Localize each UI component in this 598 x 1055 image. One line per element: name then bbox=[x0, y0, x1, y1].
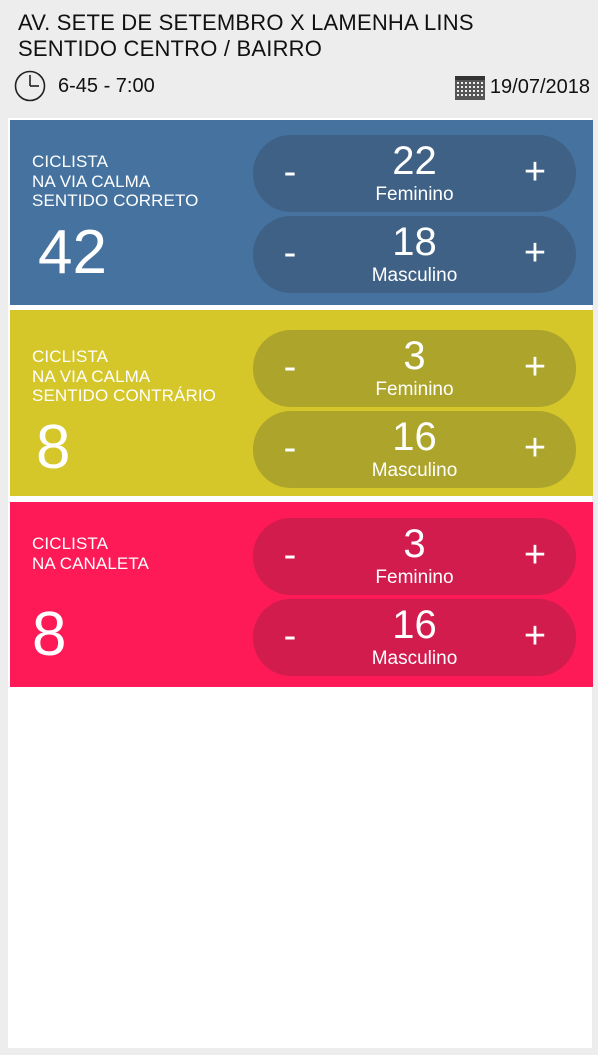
female-counter: - 3 Feminino + bbox=[253, 330, 576, 407]
panel-label-line-2: NA CANALETA bbox=[32, 553, 149, 573]
panel-total: 42 bbox=[38, 218, 107, 287]
panel-label: CICLISTA NA VIA CALMA SENTIDO CONTRÁRIO bbox=[32, 347, 216, 406]
date-row: 19/07/2018 bbox=[454, 72, 590, 102]
panel-label: CICLISTA NA CANALETA bbox=[32, 534, 149, 573]
time-range-row: 6-45 - 7:00 bbox=[14, 70, 155, 102]
female-counter: - 22 Feminino + bbox=[253, 135, 576, 212]
panel-via-calma-sentido-correto: CICLISTA NA VIA CALMA SENTIDO CORRETO 42… bbox=[10, 120, 593, 305]
increment-button[interactable]: + bbox=[500, 599, 570, 676]
panel-label: CICLISTA NA VIA CALMA SENTIDO CORRETO bbox=[32, 152, 198, 211]
male-counter: - 16 Masculino + bbox=[253, 411, 576, 488]
increment-button[interactable]: + bbox=[500, 330, 570, 407]
increment-button[interactable]: + bbox=[500, 518, 570, 595]
male-counter: - 18 Masculino + bbox=[253, 216, 576, 293]
panel-via-calma-sentido-contrario: CICLISTA NA VIA CALMA SENTIDO CONTRÁRIO … bbox=[10, 310, 593, 496]
increment-button[interactable]: + bbox=[500, 216, 570, 293]
calendar-icon bbox=[454, 73, 486, 101]
panel-label-line-2: NA VIA CALMA bbox=[32, 171, 151, 191]
clock-icon bbox=[14, 70, 46, 102]
title-line-1: AV. SETE DE SETEMBRO X LAMENHA LINS bbox=[18, 10, 474, 35]
location-title: AV. SETE DE SETEMBRO X LAMENHA LINS SENT… bbox=[18, 10, 588, 62]
panel-label-line-2: NA VIA CALMA bbox=[32, 366, 151, 386]
panel-canaleta: CICLISTA NA CANALETA 8 - 3 Feminino + - … bbox=[10, 502, 593, 687]
panel-total: 8 bbox=[32, 600, 67, 669]
panel-label-line-3: SENTIDO CORRETO bbox=[32, 191, 199, 210]
male-counter: - 16 Masculino + bbox=[253, 599, 576, 676]
panel-label-line-1: CICLISTA bbox=[32, 534, 109, 553]
date: 19/07/2018 bbox=[489, 75, 590, 98]
header: AV. SETE DE SETEMBRO X LAMENHA LINS SENT… bbox=[0, 0, 598, 114]
panel-label-line-1: CICLISTA bbox=[32, 152, 109, 171]
time-range: 6-45 - 7:00 bbox=[58, 74, 155, 97]
panel-total: 8 bbox=[36, 413, 71, 482]
panel-label-line-1: CICLISTA bbox=[32, 347, 109, 366]
female-counter: - 3 Feminino + bbox=[253, 518, 576, 595]
increment-button[interactable]: + bbox=[500, 411, 570, 488]
panel-label-line-3: SENTIDO CONTRÁRIO bbox=[32, 386, 216, 405]
title-line-2: SENTIDO CENTRO / BAIRRO bbox=[18, 36, 323, 61]
increment-button[interactable]: + bbox=[500, 135, 570, 212]
